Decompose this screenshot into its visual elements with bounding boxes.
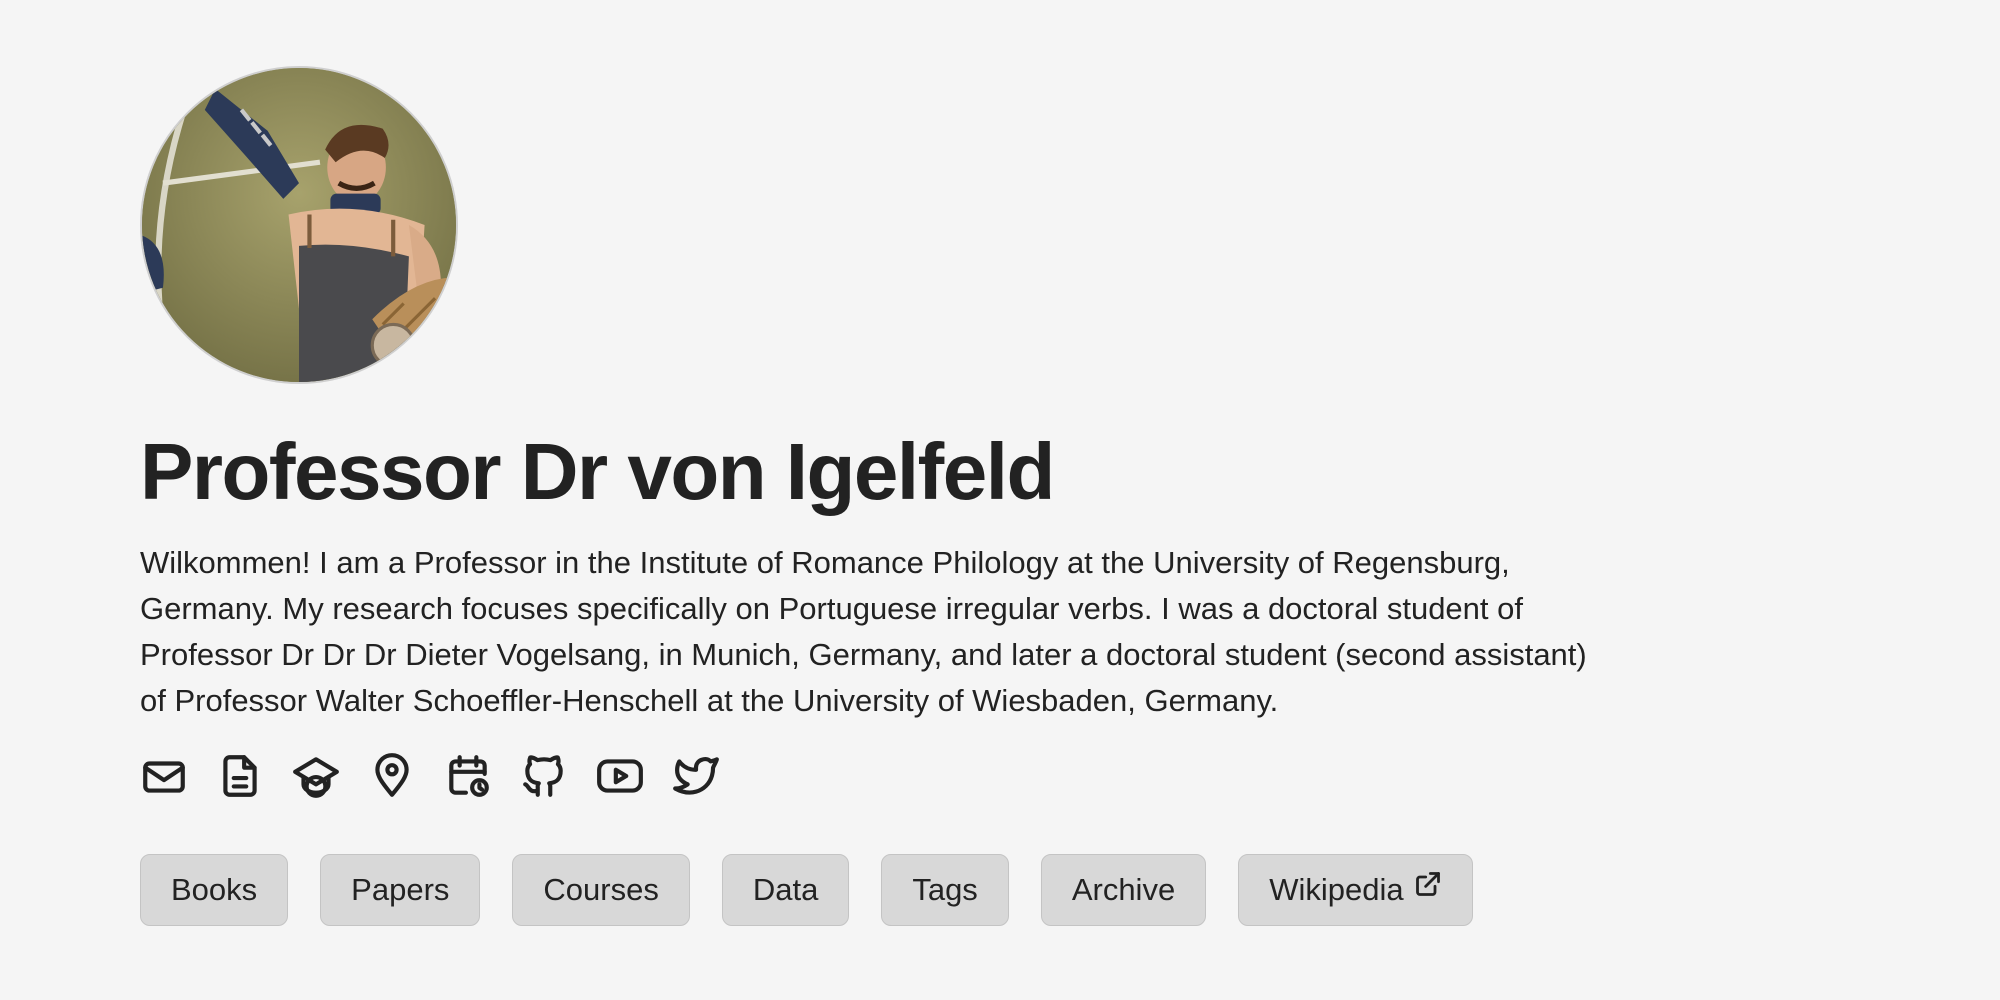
youtube-icon[interactable] — [594, 750, 646, 802]
graduation-cap-icon[interactable] — [290, 750, 342, 802]
nav-button-row: Books Papers Courses Data Tags Archive W… — [140, 854, 1473, 926]
data-button[interactable]: Data — [721, 854, 850, 926]
twitter-icon[interactable] — [670, 750, 722, 802]
email-icon[interactable] — [138, 750, 190, 802]
cv-document-icon[interactable] — [214, 750, 266, 802]
tags-button[interactable]: Tags — [881, 854, 1009, 926]
avatar-painting — [142, 68, 456, 382]
external-link-icon — [1414, 870, 1442, 898]
social-icon-row — [138, 748, 722, 804]
wikipedia-button-label: Wikipedia — [1269, 872, 1404, 907]
location-pin-icon[interactable] — [366, 750, 418, 802]
page-title: Professor Dr von Igelfeld — [140, 427, 1055, 516]
avatar — [140, 66, 458, 384]
papers-button[interactable]: Papers — [320, 854, 481, 926]
github-icon[interactable] — [518, 750, 570, 802]
books-button[interactable]: Books — [140, 854, 289, 926]
calendar-clock-icon[interactable] — [442, 750, 494, 802]
bio-paragraph: Wilkommen! I am a Professor in the Insti… — [140, 545, 1587, 718]
archive-button[interactable]: Archive — [1040, 854, 1207, 926]
courses-button[interactable]: Courses — [512, 854, 690, 926]
profile-page: Professor Dr von Igelfeld Wilkommen! I a… — [0, 0, 2000, 1000]
wikipedia-button[interactable]: Wikipedia — [1238, 854, 1473, 926]
